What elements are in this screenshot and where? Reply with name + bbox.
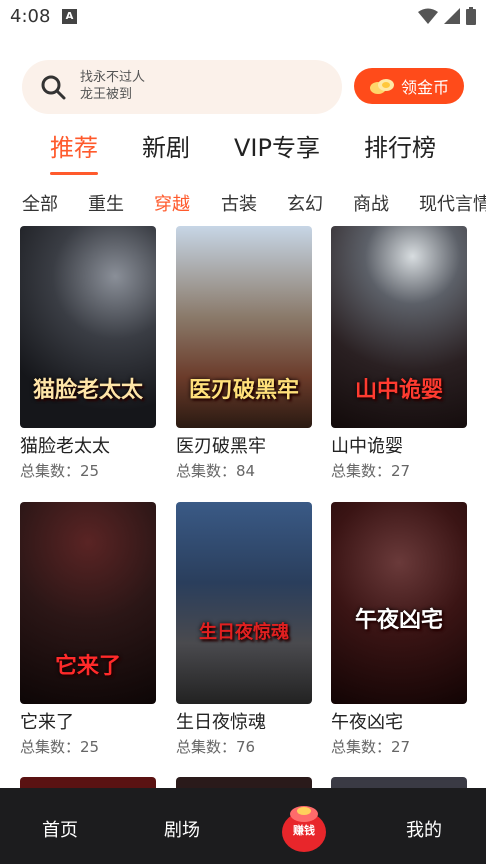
drama-poster[interactable]: [20, 777, 156, 788]
drama-poster[interactable]: 生日夜惊魂: [176, 502, 312, 704]
nav-mine[interactable]: 我的: [406, 816, 442, 842]
drama-card[interactable]: 山中诡婴 山中诡婴 总集数：27: [331, 226, 467, 486]
search-hint-line: 找永不过人: [80, 70, 146, 85]
poster-title: 猫脸老太太: [32, 378, 143, 403]
category-rebirth[interactable]: 重生: [88, 190, 124, 216]
notification-icon: A: [62, 9, 77, 24]
drama-card[interactable]: 生日夜惊魂 生日夜惊魂 总集数：76: [176, 502, 312, 762]
drama-poster[interactable]: [331, 777, 467, 788]
claim-gold-button[interactable]: 领金币: [354, 68, 464, 104]
search-box[interactable]: 找永不过人 龙王被到: [22, 60, 342, 114]
battery-icon: [466, 7, 476, 25]
drama-poster[interactable]: 山中诡婴: [331, 226, 467, 428]
drama-poster[interactable]: 医刃破黑牢: [176, 226, 312, 428]
drama-card[interactable]: 医刃破黑牢 医刃破黑牢 总集数：84: [176, 226, 312, 486]
episodes-label: 总集数：: [331, 462, 392, 480]
gold-coins-icon: [369, 79, 394, 94]
nav-earn[interactable]: 赚钱: [280, 802, 328, 854]
search-hint: 找永不过人 龙王被到: [80, 69, 180, 105]
poster-title: 生日夜惊魂: [199, 622, 289, 643]
episodes-count: 25: [80, 738, 100, 756]
drama-episodes: 总集数：25: [20, 460, 99, 481]
episodes-count: 84: [236, 462, 256, 480]
nav-earn-label: 赚钱: [293, 824, 315, 837]
active-tab-indicator: [50, 172, 98, 175]
drama-title[interactable]: 它来了: [20, 708, 74, 734]
drama-poster[interactable]: [176, 777, 312, 788]
poster-title: 它来了: [54, 654, 121, 679]
search-hint-line: 龙王被到: [80, 87, 133, 102]
category-fantasy[interactable]: 玄幻: [287, 190, 323, 216]
episodes-label: 总集数：: [176, 738, 237, 756]
category-business[interactable]: 商战: [353, 190, 389, 216]
nav-home[interactable]: 首页: [42, 816, 78, 842]
poster-title: 山中诡婴: [354, 378, 443, 403]
tab-vip[interactable]: VIP专享: [234, 128, 320, 163]
drama-card[interactable]: 午夜凶宅 午夜凶宅 总集数：27: [331, 502, 467, 762]
drama-episodes: 总集数：27: [331, 460, 410, 481]
tab-ranking[interactable]: 排行榜: [364, 128, 436, 163]
category-all[interactable]: 全部: [22, 190, 58, 216]
drama-episodes: 总集数：84: [176, 460, 255, 481]
episodes-label: 总集数：: [20, 462, 81, 480]
drama-title[interactable]: 午夜凶宅: [331, 708, 403, 734]
search-icon: [41, 75, 66, 100]
wifi-icon: [418, 8, 438, 24]
drama-title[interactable]: 猫脸老太太: [20, 432, 110, 458]
status-bar: 4:08 A: [0, 0, 486, 34]
episodes-label: 总集数：: [20, 738, 81, 756]
episodes-count: 27: [391, 738, 411, 756]
episodes-count: 25: [80, 462, 100, 480]
drama-card[interactable]: 猫脸老太太 猫脸老太太 总集数：25: [20, 226, 156, 486]
category-time-travel[interactable]: 穿越: [154, 190, 190, 216]
drama-episodes: 总集数：25: [20, 736, 99, 757]
drama-title[interactable]: 山中诡婴: [331, 432, 403, 458]
tab-new-dramas[interactable]: 新剧: [142, 128, 190, 163]
drama-title[interactable]: 医刃破黑牢: [176, 432, 266, 458]
poster-title: 午夜凶宅: [354, 608, 443, 633]
drama-poster[interactable]: 它来了: [20, 502, 156, 704]
episodes-label: 总集数：: [331, 738, 392, 756]
status-icons: [418, 6, 476, 26]
episodes-label: 总集数：: [176, 462, 237, 480]
drama-episodes: 总集数：76: [176, 736, 255, 757]
main-tabs: 推荐 新剧 VIP专享 排行榜: [0, 128, 486, 178]
signal-icon: [444, 8, 460, 24]
claim-gold-label: 领金币: [400, 78, 449, 97]
tab-recommend[interactable]: 推荐: [50, 128, 98, 163]
category-modern-romance[interactable]: 现代言情: [419, 190, 486, 216]
drama-poster[interactable]: 午夜凶宅: [331, 502, 467, 704]
drama-episodes: 总集数：27: [331, 736, 410, 757]
bottom-nav: 首页 剧场 赚钱 我的: [0, 788, 486, 864]
nav-theater[interactable]: 剧场: [164, 816, 200, 842]
drama-title[interactable]: 生日夜惊魂: [176, 708, 266, 734]
category-costume[interactable]: 古装: [221, 190, 257, 216]
status-time: 4:08: [10, 6, 51, 27]
poster-title: 医刃破黑牢: [188, 378, 299, 403]
drama-card[interactable]: 它来了 它来了 总集数：25: [20, 502, 156, 762]
episodes-count: 76: [236, 738, 256, 756]
episodes-count: 27: [391, 462, 411, 480]
category-filter: 全部 重生 穿越 古装 玄幻 商战 现代言情: [0, 188, 486, 218]
drama-poster[interactable]: 猫脸老太太: [20, 226, 156, 428]
